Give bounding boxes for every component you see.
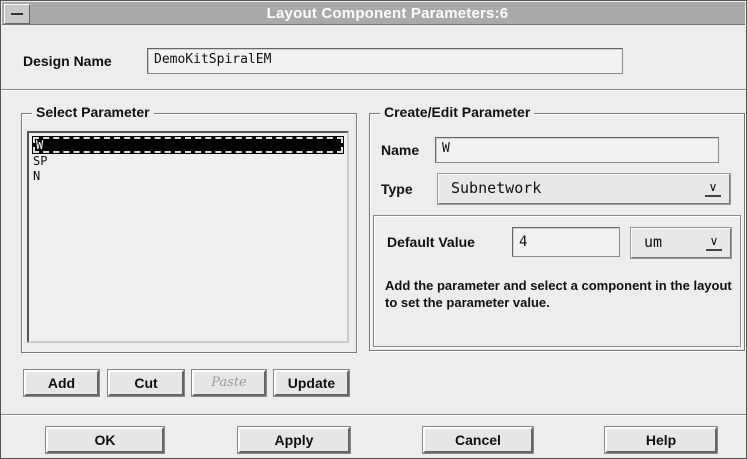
- design-name-label: Design Name: [23, 53, 112, 69]
- list-item[interactable]: N: [29, 169, 347, 184]
- add-button[interactable]: Add: [23, 369, 100, 397]
- type-dropdown[interactable]: Subnetwork ∨: [437, 173, 731, 205]
- parameter-list[interactable]: W SP N: [27, 131, 349, 343]
- name-field[interactable]: W: [435, 137, 719, 163]
- select-parameter-title: Select Parameter: [32, 104, 154, 120]
- name-label: Name: [381, 142, 420, 158]
- help-button[interactable]: Help: [604, 426, 718, 454]
- window-menu-button[interactable]: [4, 4, 30, 24]
- chevron-down-icon: ∨: [705, 181, 721, 197]
- list-item[interactable]: SP: [29, 154, 347, 169]
- default-value-field[interactable]: 4: [512, 227, 620, 257]
- cut-button[interactable]: Cut: [107, 369, 185, 397]
- unit-value: um: [644, 233, 663, 251]
- list-item[interactable]: W: [32, 136, 344, 154]
- paste-button[interactable]: Paste: [191, 369, 267, 397]
- default-value-label: Default Value: [387, 234, 475, 250]
- dialog-window: Layout Component Parameters:6 Design Nam…: [0, 0, 747, 459]
- update-button[interactable]: Update: [273, 369, 350, 397]
- unit-dropdown[interactable]: um ∨: [630, 227, 732, 259]
- window-title: Layout Component Parameters:6: [266, 5, 509, 22]
- create-edit-title: Create/Edit Parameter: [380, 104, 535, 120]
- design-name-field[interactable]: DemoKitSpiralEM: [147, 48, 623, 74]
- type-label: Type: [381, 181, 413, 197]
- ok-button[interactable]: OK: [45, 426, 165, 454]
- apply-button[interactable]: Apply: [237, 426, 351, 454]
- separator: [1, 414, 746, 416]
- cancel-button[interactable]: Cancel: [422, 426, 534, 454]
- separator: [1, 89, 746, 91]
- type-value: Subnetwork: [451, 179, 542, 197]
- window-menu-icon: [11, 13, 23, 15]
- chevron-down-icon: ∨: [706, 235, 722, 251]
- help-text: Add the parameter and select a component…: [385, 278, 732, 310]
- title-bar[interactable]: Layout Component Parameters:6: [2, 2, 745, 25]
